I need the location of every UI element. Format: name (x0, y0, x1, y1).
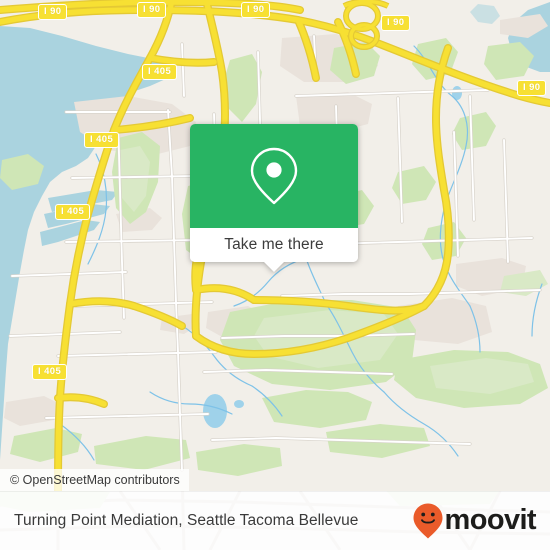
footer-content: Turning Point Mediation, Seattle Tacoma … (0, 491, 550, 550)
road-shield: I 90 (241, 2, 271, 18)
take-me-there-button[interactable]: Take me there (190, 228, 358, 262)
moovit-smiley-pin-icon (413, 503, 443, 538)
take-me-there-label: Take me there (224, 236, 324, 253)
road-shield: I 405 (142, 64, 178, 80)
moovit-wordmark: moovit (444, 504, 537, 536)
map-canvas[interactable]: I 90 I 90 I 90 I 90 I 90 I 405 I 405 I 4… (0, 0, 550, 491)
road-shield: I 90 (381, 15, 411, 31)
poi-title: Turning Point Mediation, Seattle Tacoma … (14, 511, 359, 529)
location-pin-icon (250, 147, 298, 205)
moovit-logo[interactable]: moovit (412, 502, 537, 540)
road-shield: I 405 (84, 132, 120, 148)
road-shield: I 90 (517, 80, 547, 96)
poi-popup-inner: Take me there (190, 124, 358, 262)
popup-pointer-tail (263, 261, 285, 272)
road-shield: I 405 (32, 364, 68, 380)
poi-popup-card[interactable]: Take me there (190, 124, 358, 272)
road-shield: I 405 (55, 204, 91, 220)
poi-popup-image (190, 124, 358, 228)
map-attribution[interactable]: © OpenStreetMap contributors (0, 469, 189, 491)
footer-bar: Turning Point Mediation, Seattle Tacoma … (0, 491, 550, 550)
map-poi-card: I 90 I 90 I 90 I 90 I 90 I 405 I 405 I 4… (0, 0, 550, 550)
road-shield: I 90 (137, 2, 167, 18)
road-shield: I 90 (38, 4, 68, 20)
